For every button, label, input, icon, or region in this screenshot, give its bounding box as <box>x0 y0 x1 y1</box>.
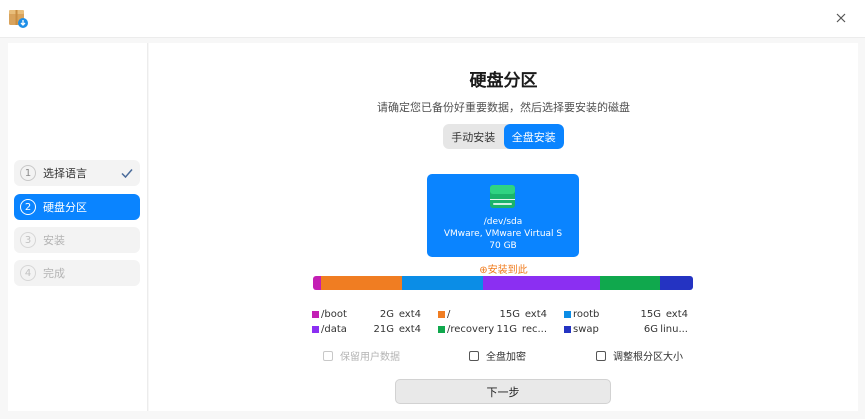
partition-size: 6G <box>643 323 658 335</box>
step-label: 完成 <box>43 267 65 280</box>
install-here-label: ⊕安装到此 <box>479 265 528 276</box>
step-label: 硬盘分区 <box>43 201 87 214</box>
partition-segment-swap <box>660 276 693 290</box>
step-number: 4 <box>20 265 36 281</box>
color-swatch <box>312 310 319 318</box>
step-select-language[interactable]: 1 选择语言 <box>14 160 140 186</box>
partition-segment-data <box>483 276 600 290</box>
color-swatch <box>312 325 319 333</box>
checkbox-box[interactable] <box>596 350 606 361</box>
checkbox-label: 全盘加密 <box>486 352 526 363</box>
page-subtitle: 请确定您已备份好重要数据，然后选择要安装的磁盘 <box>377 101 630 114</box>
installer-package-icon <box>7 7 29 29</box>
close-button[interactable] <box>829 6 853 30</box>
partition-size: 11G <box>496 323 517 335</box>
steps-sidebar: 1 选择语言 2 硬盘分区 3 安装 4 完成 <box>8 43 148 411</box>
partition-name: / <box>447 308 451 320</box>
partition-fs: linu... <box>660 323 688 335</box>
full-disk-encryption-checkbox[interactable]: 全盘加密 <box>469 348 526 363</box>
title-bar <box>0 0 865 38</box>
partition-legend-item: /data 21G ext4 <box>312 322 421 336</box>
step-number: 2 <box>20 199 36 215</box>
keep-user-data-checkbox: 保留用户数据 <box>323 348 400 363</box>
partition-segment-rootb <box>402 276 483 290</box>
checkbox-box[interactable] <box>469 350 479 361</box>
drive-icon <box>490 185 515 208</box>
partition-legend-item: rootb 15G ext4 <box>564 307 688 321</box>
install-mode-switch: 手动安装 全盘安装 <box>443 124 564 149</box>
resize-root-partition-checkbox[interactable]: 调整根分区大小 <box>596 348 683 363</box>
partition-legend-item: / 15G ext4 <box>438 307 547 321</box>
step-label: 选择语言 <box>43 167 87 180</box>
partition-fs: ext4 <box>398 308 421 320</box>
page-title: 硬盘分区 <box>469 71 538 91</box>
install-options: 保留用户数据 全盘加密 调整根分区大小 <box>149 348 858 364</box>
disk-model: VMware, VMware Virtual S <box>443 229 563 239</box>
installer-window: 1 选择语言 2 硬盘分区 3 安装 4 完成 硬盘分区 请确定您已备份好重要数… <box>0 0 865 419</box>
color-swatch <box>438 310 445 318</box>
partition-fs: ext4 <box>398 323 421 335</box>
color-swatch <box>438 325 445 333</box>
step-number: 3 <box>20 232 36 248</box>
partition-segment-root <box>321 276 402 290</box>
partition-size: 15G <box>499 308 520 320</box>
partition-name: rootb <box>573 308 600 320</box>
main-panel: 硬盘分区 请确定您已备份好重要数据，然后选择要安装的磁盘 手动安装 全盘安装 /… <box>149 43 858 411</box>
partition-size: 2G <box>379 308 394 320</box>
partition-segment-recovery <box>600 276 660 290</box>
disk-device: /dev/sda <box>483 217 523 227</box>
partition-legend-item: swap 6G linu... <box>564 322 688 336</box>
step-number: 1 <box>20 165 36 181</box>
partition-bar <box>313 276 693 290</box>
partition-name: /recovery <box>447 323 495 335</box>
checkmark-icon <box>121 169 133 179</box>
checkbox-label: 保留用户数据 <box>340 352 400 363</box>
color-swatch <box>564 310 571 318</box>
partition-name: /boot <box>321 308 347 320</box>
step-install: 3 安装 <box>14 227 140 253</box>
partition-fs: ext4 <box>665 308 688 320</box>
step-label: 安装 <box>43 234 65 247</box>
partition-fs: ext4 <box>524 308 547 320</box>
disk-size: 70 GB <box>489 241 517 251</box>
partition-name: /data <box>321 323 347 335</box>
partition-legend-item: /boot 2G ext4 <box>312 307 421 321</box>
partition-name: swap <box>573 323 599 335</box>
checkbox-box <box>323 350 333 361</box>
color-swatch <box>564 325 571 333</box>
step-disk-partition[interactable]: 2 硬盘分区 <box>14 194 140 220</box>
partition-legend-item: /recovery 11G rec... <box>438 322 547 336</box>
partition-size: 15G <box>640 308 661 320</box>
next-button[interactable]: 下一步 <box>395 379 611 404</box>
partition-segment-boot <box>313 276 321 290</box>
partition-fs: rec... <box>521 323 547 335</box>
partition-size: 21G <box>373 323 394 335</box>
close-icon <box>836 13 846 23</box>
tab-full-disk-install[interactable]: 全盘安装 <box>503 124 564 149</box>
step-complete: 4 完成 <box>14 260 140 286</box>
tab-manual-install[interactable]: 手动安装 <box>443 124 504 149</box>
checkbox-label: 调整根分区大小 <box>613 352 683 363</box>
disk-card[interactable]: /dev/sda VMware, VMware Virtual S 70 GB <box>427 174 579 257</box>
